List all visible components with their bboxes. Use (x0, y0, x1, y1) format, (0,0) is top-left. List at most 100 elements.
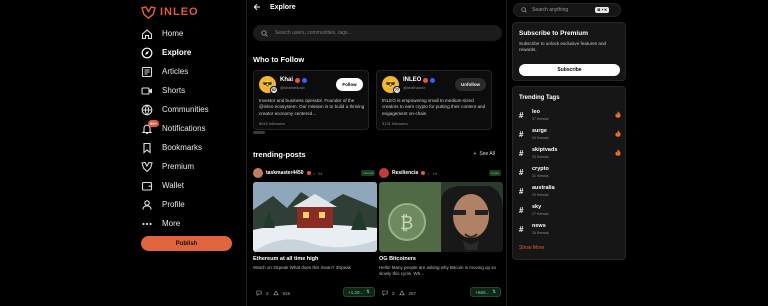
nav-explore[interactable]: Explore (141, 43, 241, 62)
nav-label: Communities (162, 105, 209, 114)
articles-icon (141, 66, 153, 78)
nav-label: More (162, 219, 181, 228)
comment-icon[interactable] (256, 290, 262, 296)
subscribe-button[interactable]: Subscribe (519, 64, 620, 76)
hashtag-icon: # (519, 130, 524, 139)
follow-card[interactable]: 😎 62 Khai @khaiwelkazi Follow Investor a… (253, 70, 369, 130)
post-author[interactable]: taskmaster4450 (266, 170, 304, 176)
nav-bookmarks[interactable]: Bookmarks (141, 138, 241, 157)
right-column: ⌘ + K Subscribe to Premium Subscribe to … (507, 0, 768, 306)
post-title[interactable]: OG Bitcoiners (379, 256, 416, 262)
follow-card[interactable]: 😎 77 INLEO @leofinance Unfollow INLEO is… (376, 70, 492, 130)
payout-badge[interactable]: +660... ⇅ (470, 287, 501, 297)
global-search-bar[interactable]: ⌘ + K (513, 3, 621, 17)
payout-badge[interactable]: +1.20... ⇅ (343, 287, 375, 297)
avatar[interactable] (253, 168, 263, 178)
back-arrow-icon[interactable] (253, 3, 261, 11)
post-header: taskmaster4450 • 24 cinema (253, 166, 377, 180)
publish-button[interactable]: Publish (141, 236, 232, 251)
page-title: Explore (270, 3, 296, 11)
bookmark-icon (141, 142, 153, 154)
explore-search-bar[interactable] (253, 25, 502, 41)
nav-articles[interactable]: Articles (141, 62, 241, 81)
follower-count: 8816 followers (259, 121, 285, 126)
nav-label: Wallet (162, 181, 184, 190)
trending-tag-item[interactable]: # leo 37 threads (519, 108, 623, 125)
nav-communities[interactable]: Communities (141, 100, 241, 119)
leo-icon (141, 161, 153, 173)
comment-icon[interactable] (382, 290, 388, 296)
post-thumbnail[interactable] (253, 182, 377, 252)
winter-cabin-image (253, 182, 377, 252)
tag-count: 31 threads (532, 174, 549, 178)
fire-icon (615, 149, 621, 156)
unfollow-button[interactable]: Unfollow (455, 78, 486, 91)
see-all-link[interactable]: + See All (474, 151, 496, 157)
avatar[interactable] (379, 168, 389, 178)
follower-count: 3131 followers (382, 121, 408, 126)
payout-icon: ⇅ (492, 289, 496, 294)
brand-logo[interactable]: INLEO (141, 5, 199, 19)
show-more-link[interactable]: Show More (519, 245, 544, 251)
nav-label: Bookmarks (162, 143, 203, 152)
left-sidebar: INLEO Home Explore Articles Shorts Commu… (0, 0, 246, 306)
fire-icon (615, 111, 621, 118)
explore-search-input[interactable] (275, 30, 475, 36)
globe-icon (141, 104, 153, 116)
upvote-icon[interactable] (272, 290, 279, 296)
trending-tag-item[interactable]: # sky 27 threads (519, 203, 623, 220)
trending-tag-item[interactable]: # news 26 threads (519, 222, 623, 239)
trending-tag-item[interactable]: # surge 34 threads (519, 127, 623, 144)
global-search-input[interactable] (532, 7, 590, 13)
vote-count: 257 (408, 290, 417, 296)
user-name-text: INLEO (403, 77, 422, 83)
nav-notifications[interactable]: 99+ Notifications (141, 119, 241, 138)
tag-name: australia (532, 185, 555, 191)
nav-profile[interactable]: Profile (141, 195, 241, 214)
user-name-text: Khai (280, 77, 294, 83)
user-name[interactable]: Khai (280, 77, 308, 83)
nav-shorts[interactable]: Shorts (141, 81, 241, 100)
payout-icon: ⇅ (366, 289, 370, 294)
community-tag[interactable]: crypto (488, 170, 501, 176)
nav-more[interactable]: More (141, 214, 241, 233)
video-icon (141, 85, 153, 97)
post-card[interactable]: taskmaster4450 • 24 cinema Ethereum at a… (253, 166, 377, 306)
nav-label: Shorts (162, 86, 186, 95)
post-excerpt: Hello! Many people are asking why Bitcoi… (379, 265, 497, 276)
post-actions: 3 257 (382, 290, 416, 296)
post-thumbnail[interactable]: ₿ (379, 182, 503, 252)
trending-posts-heading: trending-posts (253, 150, 306, 159)
nav-label: Premium (162, 162, 195, 171)
nav-label: Articles (162, 67, 189, 76)
trending-tags-heading: Trending Tags (519, 95, 560, 101)
post-header: Resiliencia • 10 crypto (379, 166, 503, 180)
main-column: Explore Who to Follow 😎 62 Khai @khaiwel… (246, 0, 507, 306)
nav-home[interactable]: Home (141, 24, 241, 43)
user-handle: @leofinance (403, 85, 426, 90)
fire-icon (615, 130, 621, 137)
trending-tag-item[interactable]: # skiptvads 33 threads (519, 146, 623, 163)
search-icon (261, 29, 268, 37)
comment-count: 2 (266, 290, 269, 296)
carousel-scrollbar[interactable] (253, 131, 265, 134)
trending-tag-item[interactable]: # australia 29 threads (519, 184, 623, 201)
trending-tag-item[interactable]: # crypto 31 threads (519, 165, 623, 182)
main-nav: Home Explore Articles Shorts Communities… (141, 24, 241, 233)
community-tag[interactable]: cinema (361, 170, 375, 176)
level-badge: 62 (270, 86, 278, 94)
upvote-icon[interactable] (398, 290, 405, 296)
tag-count: 33 threads (532, 155, 549, 159)
user-name[interactable]: INLEO (403, 77, 436, 83)
follow-button[interactable]: Follow (336, 78, 363, 91)
author-level: 10 (432, 170, 437, 176)
post-card[interactable]: Resiliencia • 10 crypto ₿ OG Bitcoiners … (379, 166, 503, 306)
nav-wallet[interactable]: Wallet (141, 176, 241, 195)
post-author[interactable]: Resiliencia (392, 170, 418, 176)
tag-name: skiptvads (532, 147, 558, 153)
tag-name: sky (532, 204, 542, 210)
level-badge: 77 (393, 86, 401, 94)
post-title[interactable]: Ethereum at all time high (253, 256, 318, 262)
nav-premium[interactable]: Premium (141, 157, 241, 176)
home-icon (141, 28, 153, 40)
